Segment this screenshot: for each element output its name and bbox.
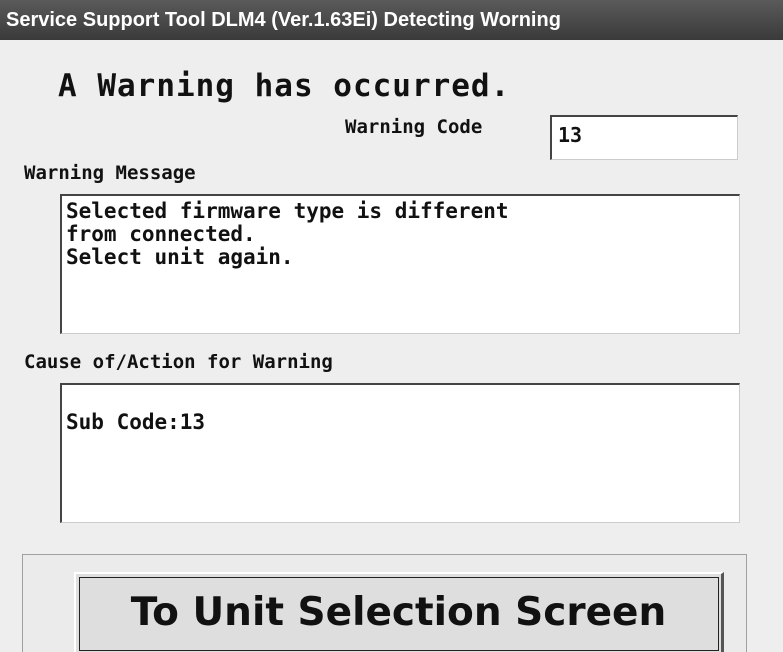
warning-message-textbox[interactable]: Selected firmware type is different from… <box>60 194 740 334</box>
cause-action-textbox[interactable]: Sub Code:13 <box>60 383 740 523</box>
to-unit-selection-button[interactable]: To Unit Selection Screen <box>74 572 724 652</box>
cause-action-label: Cause of/Action for Warning <box>24 351 333 373</box>
warning-message-label: Warning Message <box>24 162 196 184</box>
warning-code-label: Warning Code <box>345 116 483 138</box>
warning-headline: A Warning has occurred. <box>58 68 511 104</box>
window-title-bar[interactable]: Service Support Tool DLM4 (Ver.1.63Ei) D… <box>0 0 783 40</box>
warning-code-field[interactable]: 13 <box>550 115 738 160</box>
warning-dialog-window: Service Support Tool DLM4 (Ver.1.63Ei) D… <box>0 0 783 652</box>
